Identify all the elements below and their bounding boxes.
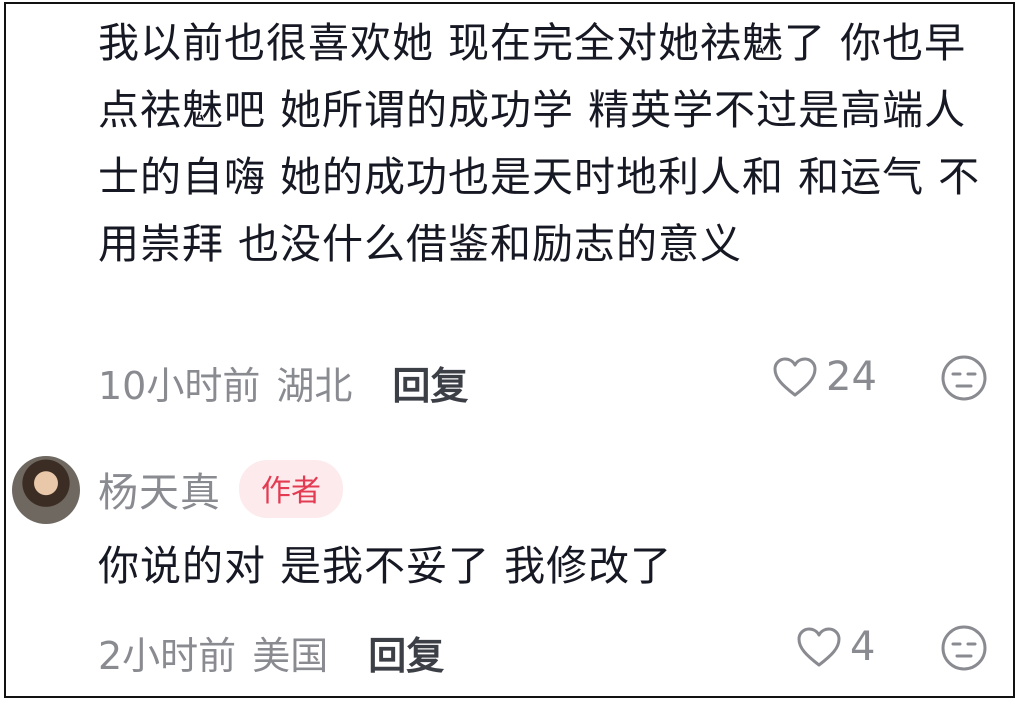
comment-thread: 我以前也很喜欢她 现在完全对她祛魅了 你也早点祛魅吧 她所谓的成功学 精英学不过…: [4, 2, 1015, 698]
reply-location: 美国: [252, 633, 329, 678]
comment-time: 10小时前: [98, 363, 261, 408]
avatar[interactable]: [12, 456, 80, 524]
like-count: 24: [826, 354, 877, 400]
heart-outline-icon: [773, 357, 817, 397]
reply-text: 你说的对 是我不妥了 我修改了: [98, 542, 673, 590]
like-count: 4: [850, 624, 876, 670]
reply-time: 2小时前: [98, 633, 237, 678]
reply-button[interactable]: 回复: [368, 625, 444, 680]
author-badge: 作者: [239, 460, 343, 518]
reply-button[interactable]: 回复: [392, 355, 468, 410]
comment-location: 湖北: [276, 363, 353, 408]
comment-meta: 10小时前 湖北 回复: [98, 354, 468, 410]
like-button[interactable]: 4: [796, 624, 875, 670]
author-row: 杨天真 作者: [98, 460, 343, 518]
author-name[interactable]: 杨天真: [98, 460, 221, 518]
comment-text: 我以前也很喜欢她 现在完全对她祛魅了 你也早点祛魅吧 她所谓的成功学 精英学不过…: [98, 19, 981, 268]
heart-outline-icon: [797, 627, 841, 667]
like-button[interactable]: 24: [772, 354, 877, 400]
unamused-face-icon[interactable]: [940, 624, 988, 672]
reply-meta: 2小时前 美国 回复: [98, 624, 444, 680]
unamused-face-icon[interactable]: [940, 354, 988, 402]
